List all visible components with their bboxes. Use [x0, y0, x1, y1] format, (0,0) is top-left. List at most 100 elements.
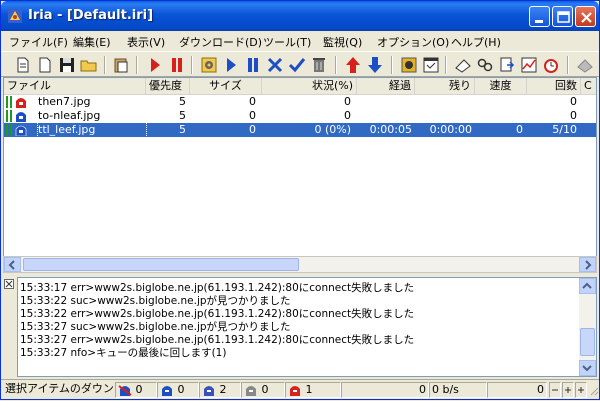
- extra-button[interactable]: [575, 55, 595, 75]
- folder-button[interactable]: [79, 55, 99, 75]
- speed-value: 0: [516, 123, 523, 136]
- scroll-down-button[interactable]: [579, 360, 596, 376]
- table-row[interactable]: then7.jpg 5 0 0 0: [4, 95, 596, 109]
- column-header-size[interactable]: サイズ: [190, 78, 262, 95]
- status-count-waiting-value: 0: [177, 383, 185, 396]
- alarm-icon: [544, 59, 558, 73]
- menu-edit[interactable]: 編集(E): [73, 34, 111, 50]
- column-header-status[interactable]: 状況(%): [262, 78, 357, 95]
- save-button[interactable]: [57, 55, 77, 75]
- alarm-button[interactable]: [541, 55, 561, 75]
- title-bar[interactable]: Iria - [Default.iri]: [1, 1, 599, 31]
- column-header-remaining[interactable]: 残り: [415, 78, 475, 95]
- move-down-icon: [368, 57, 382, 73]
- schedule-button[interactable]: [399, 55, 419, 75]
- move-up-icon: [346, 57, 360, 73]
- close-icon: [4, 279, 14, 289]
- window-icon: [423, 57, 439, 73]
- menu-tools[interactable]: ツール(T): [263, 34, 311, 50]
- maximize-button[interactable]: [552, 6, 573, 27]
- download-list[interactable]: ファイル 優先度 サイズ 状況(%) 経過 残り 速度 回数 C then7.j…: [3, 77, 597, 272]
- play-button[interactable]: [221, 55, 241, 75]
- scroll-right-button[interactable]: [579, 257, 596, 272]
- chevron-down-icon: [582, 365, 592, 372]
- count-value: 0: [570, 109, 577, 122]
- status-value: 0: [344, 95, 351, 108]
- list-horizontal-scrollbar[interactable]: [3, 256, 597, 273]
- column-header-file[interactable]: ファイル: [4, 78, 146, 95]
- close-button[interactable]: [575, 6, 596, 27]
- move-up-button[interactable]: [343, 55, 363, 75]
- status-count-error: 0: [115, 382, 157, 398]
- file-status-icon: [6, 96, 26, 108]
- speed-value: [475, 109, 523, 123]
- column-header-priority[interactable]: 優先度: [146, 78, 190, 95]
- status-count-error-value: 0: [135, 383, 143, 396]
- speed-value: [475, 95, 523, 109]
- pause-button[interactable]: [167, 55, 187, 75]
- log-close-button[interactable]: [4, 279, 14, 292]
- window-title: Iria - [Default.iri]: [28, 8, 154, 23]
- column-header-speed[interactable]: 速度: [475, 78, 527, 95]
- scroll-left-button[interactable]: [4, 257, 21, 272]
- open-button[interactable]: [35, 55, 55, 75]
- delete-button[interactable]: [265, 55, 285, 75]
- link-button[interactable]: [475, 55, 495, 75]
- toolbar-separator: [104, 56, 106, 74]
- count-value: 0: [570, 95, 577, 108]
- trash-button[interactable]: [309, 55, 329, 75]
- remaining-value: 0:00:00: [429, 123, 472, 136]
- menu-view[interactable]: 表示(V): [127, 34, 165, 50]
- status-value: 0 (0%): [314, 123, 351, 136]
- column-header-c[interactable]: C: [581, 78, 596, 95]
- table-row-selected[interactable]: ttl_leef.jpg 5 0 0 (0%) 0:00:05 0:00:00 …: [4, 122, 596, 138]
- settings-button[interactable]: [199, 55, 219, 75]
- spinner-plus-button[interactable]: [575, 382, 587, 398]
- import-button[interactable]: [497, 55, 517, 75]
- log-pane[interactable]: 15:33:17 err>www2s.biglobe.ne.jp(61.193.…: [17, 277, 597, 377]
- menu-help[interactable]: ヘルプ(H): [451, 34, 501, 50]
- table-row[interactable]: to-nleaf.jpg 5 0 0 0: [4, 109, 596, 123]
- check-button[interactable]: [287, 55, 307, 75]
- maximize-icon: [557, 11, 570, 23]
- waiting-robot-icon: [162, 386, 172, 396]
- toolbar-separator: [191, 56, 193, 74]
- app-icon: [8, 9, 22, 23]
- menu-download[interactable]: ダウンロード(D): [179, 34, 262, 50]
- new-button[interactable]: [13, 55, 33, 75]
- folder-icon: [80, 60, 97, 72]
- move-down-button[interactable]: [365, 55, 385, 75]
- scroll-up-button[interactable]: [579, 278, 596, 294]
- file-name: to-nleaf.jpg: [38, 109, 101, 122]
- size-value: 0: [249, 95, 256, 108]
- erase-button[interactable]: [453, 55, 473, 75]
- status-count-waiting: 0: [157, 382, 199, 398]
- scroll-thumb[interactable]: [580, 328, 595, 356]
- menu-monitor[interactable]: 監視(Q): [323, 34, 362, 50]
- status-spinner-value[interactable]: 0: [487, 382, 547, 398]
- resize-grip[interactable]: [589, 386, 599, 401]
- menu-options[interactable]: オプション(O): [377, 34, 449, 50]
- play-icon: [227, 58, 236, 72]
- spinner-decrement-button[interactable]: [549, 382, 561, 398]
- scroll-thumb[interactable]: [23, 258, 299, 271]
- start-button[interactable]: [145, 55, 165, 75]
- toolbar-separator: [391, 56, 393, 74]
- paste-button[interactable]: [111, 55, 131, 75]
- menu-file[interactable]: ファイル(F): [9, 34, 68, 50]
- spinner-increment-button[interactable]: [562, 382, 574, 398]
- column-header-elapsed[interactable]: 経過: [357, 78, 415, 95]
- paste-icon: [114, 58, 128, 73]
- window-button[interactable]: [421, 55, 441, 75]
- size-value: 0: [249, 109, 256, 122]
- status-count-done: 1: [285, 382, 341, 398]
- log-vertical-scrollbar[interactable]: [579, 278, 596, 376]
- graph-button[interactable]: [519, 55, 539, 75]
- pause-all-button[interactable]: [243, 55, 263, 75]
- log-line: 15:33:27 nfo>キューの最後に回します(1): [20, 347, 227, 359]
- trash-icon: [313, 58, 325, 72]
- column-header-count[interactable]: 回数: [527, 78, 581, 95]
- menu-bar: ファイル(F) 編集(E) 表示(V) ダウンロード(D) ツール(T) 監視(…: [1, 31, 599, 51]
- file-status-icon: [6, 110, 26, 122]
- minimize-button[interactable]: [529, 6, 550, 27]
